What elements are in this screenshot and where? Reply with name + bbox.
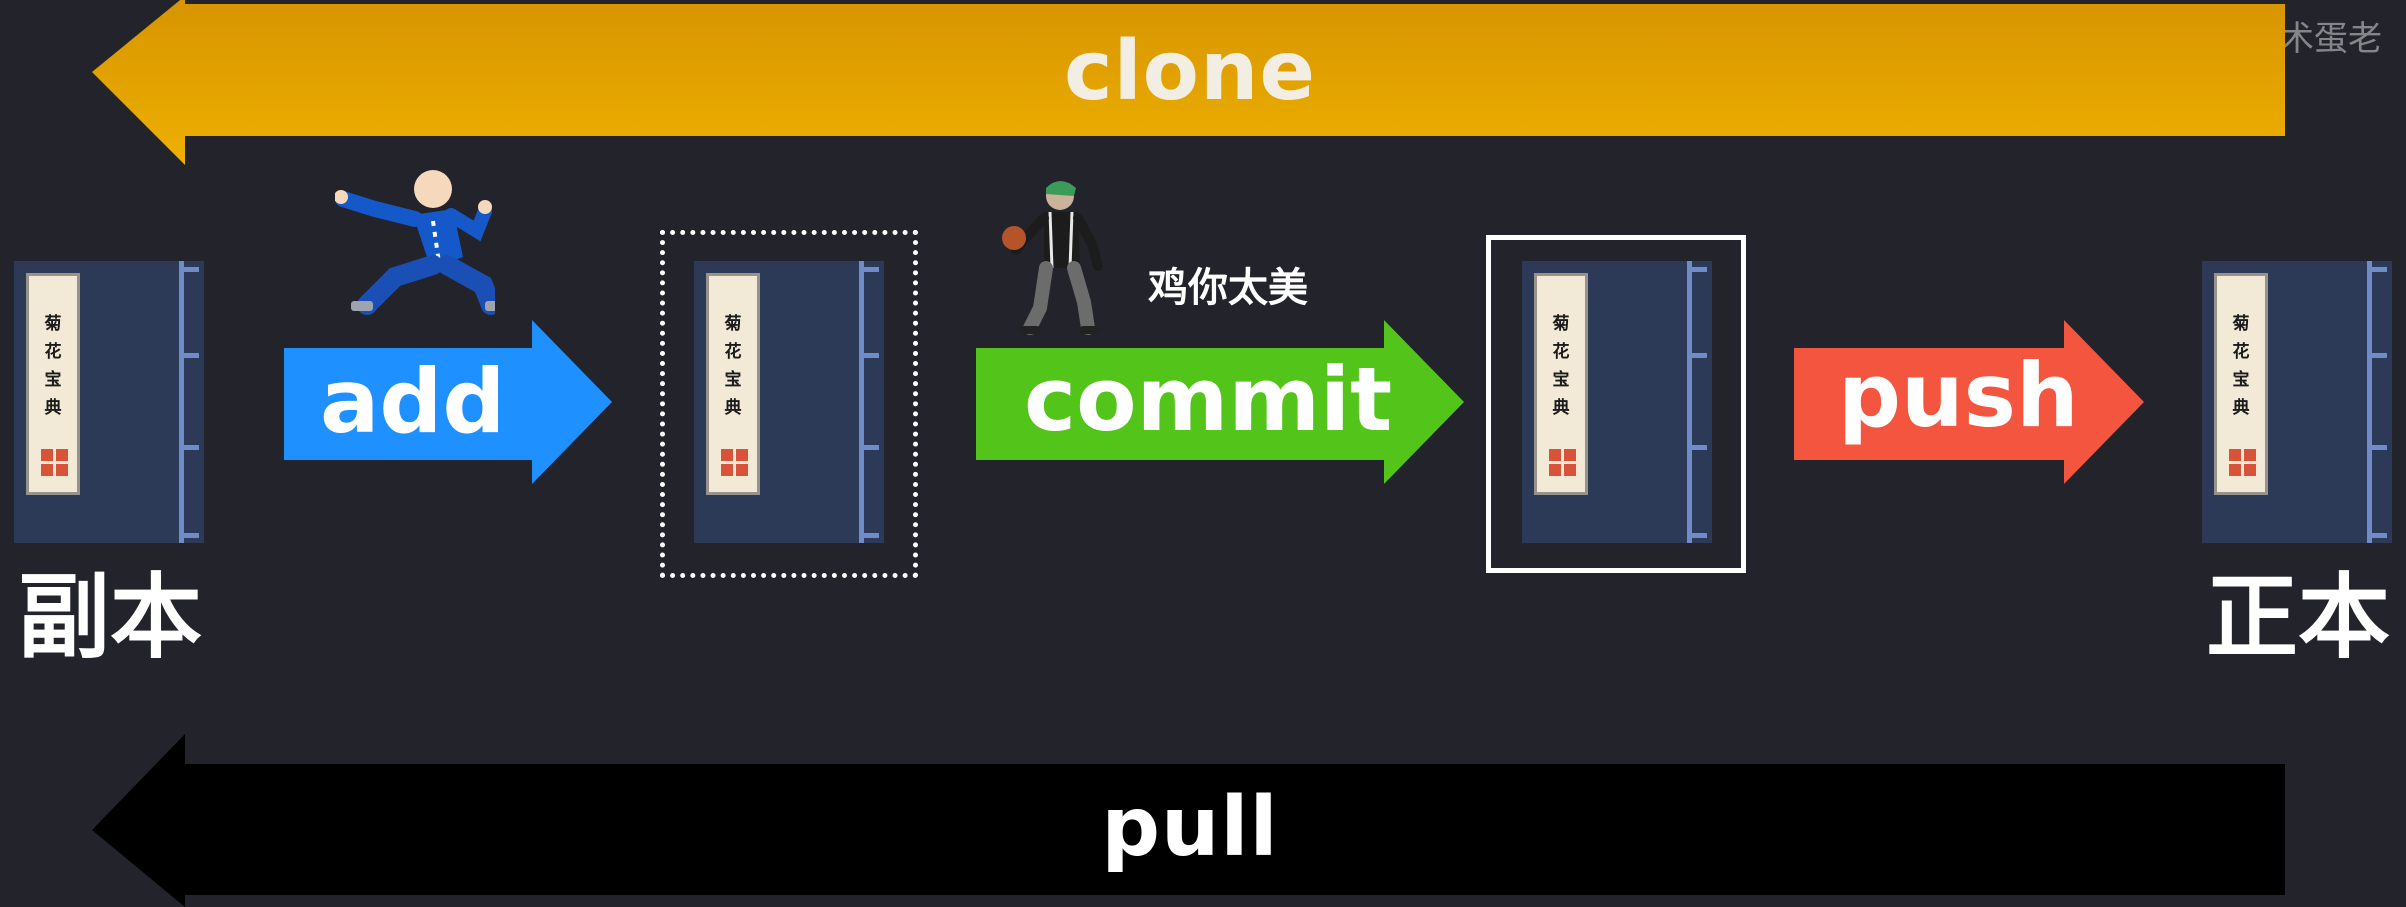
original-label: 正本 — [2206, 564, 2391, 671]
commit-arrow: commit — [976, 320, 1466, 486]
book-title-char: 菊 — [1552, 314, 1570, 334]
book-title-char: 宝 — [1552, 370, 1570, 390]
book-title-char: 典 — [724, 398, 742, 418]
push-arrow: push — [1794, 320, 2146, 486]
book-title-char: 花 — [724, 342, 742, 362]
book-title-char: 宝 — [2232, 370, 2250, 390]
book-title-char: 花 — [44, 342, 62, 362]
add-label: add — [320, 350, 506, 453]
book-title-strip: 菊 花 宝 典 — [2214, 273, 2268, 495]
book-spine — [1687, 261, 1692, 543]
book-title-char: 宝 — [724, 370, 742, 390]
add-arrow: add — [284, 320, 614, 486]
book-copy: 菊 花 宝 典 — [14, 261, 204, 543]
book-title-strip: 菊 花 宝 典 — [706, 273, 760, 495]
book-title-char: 菊 — [2232, 314, 2250, 334]
seal-icon — [2229, 449, 2256, 476]
book-title-char: 典 — [1552, 398, 1570, 418]
commit-label: commit — [1024, 348, 1393, 451]
push-label: push — [1838, 344, 2079, 447]
book-title-strip: 菊 花 宝 典 — [26, 273, 80, 495]
book-title-strip: 菊 花 宝 典 — [1534, 273, 1588, 495]
book-staged: 菊 花 宝 典 — [694, 261, 884, 543]
book-title-char: 菊 — [724, 314, 742, 334]
book-title-char: 花 — [2232, 342, 2250, 362]
basketball-player-icon — [1002, 181, 1103, 335]
git-workflow-diagram: @技术蛋老 clone pull 菊 花 宝 典 副本 add 菊 花 宝 典 … — [0, 0, 2406, 907]
book-title-char: 花 — [1552, 342, 1570, 362]
book-spine — [859, 261, 864, 543]
seal-icon — [721, 449, 748, 476]
book-title-char: 典 — [44, 398, 62, 418]
book-spine — [2367, 261, 2372, 543]
book-committed: 菊 花 宝 典 — [1522, 261, 1712, 543]
book-spine — [179, 261, 184, 543]
pull-arrow: pull — [0, 734, 2406, 907]
seal-icon — [1549, 449, 1576, 476]
commit-caption: 鸡你太美 — [1148, 265, 1308, 311]
copy-label: 副本 — [18, 564, 203, 671]
pull-label: pull — [1101, 780, 1279, 875]
kungfu-person-icon — [335, 170, 495, 315]
book-title-char: 典 — [2232, 398, 2250, 418]
book-title-char: 宝 — [44, 370, 62, 390]
book-original: 菊 花 宝 典 — [2202, 261, 2392, 543]
clone-arrow: clone — [0, 0, 2406, 165]
clone-label: clone — [1063, 24, 1317, 119]
seal-icon — [41, 449, 68, 476]
book-title-char: 菊 — [44, 314, 62, 334]
